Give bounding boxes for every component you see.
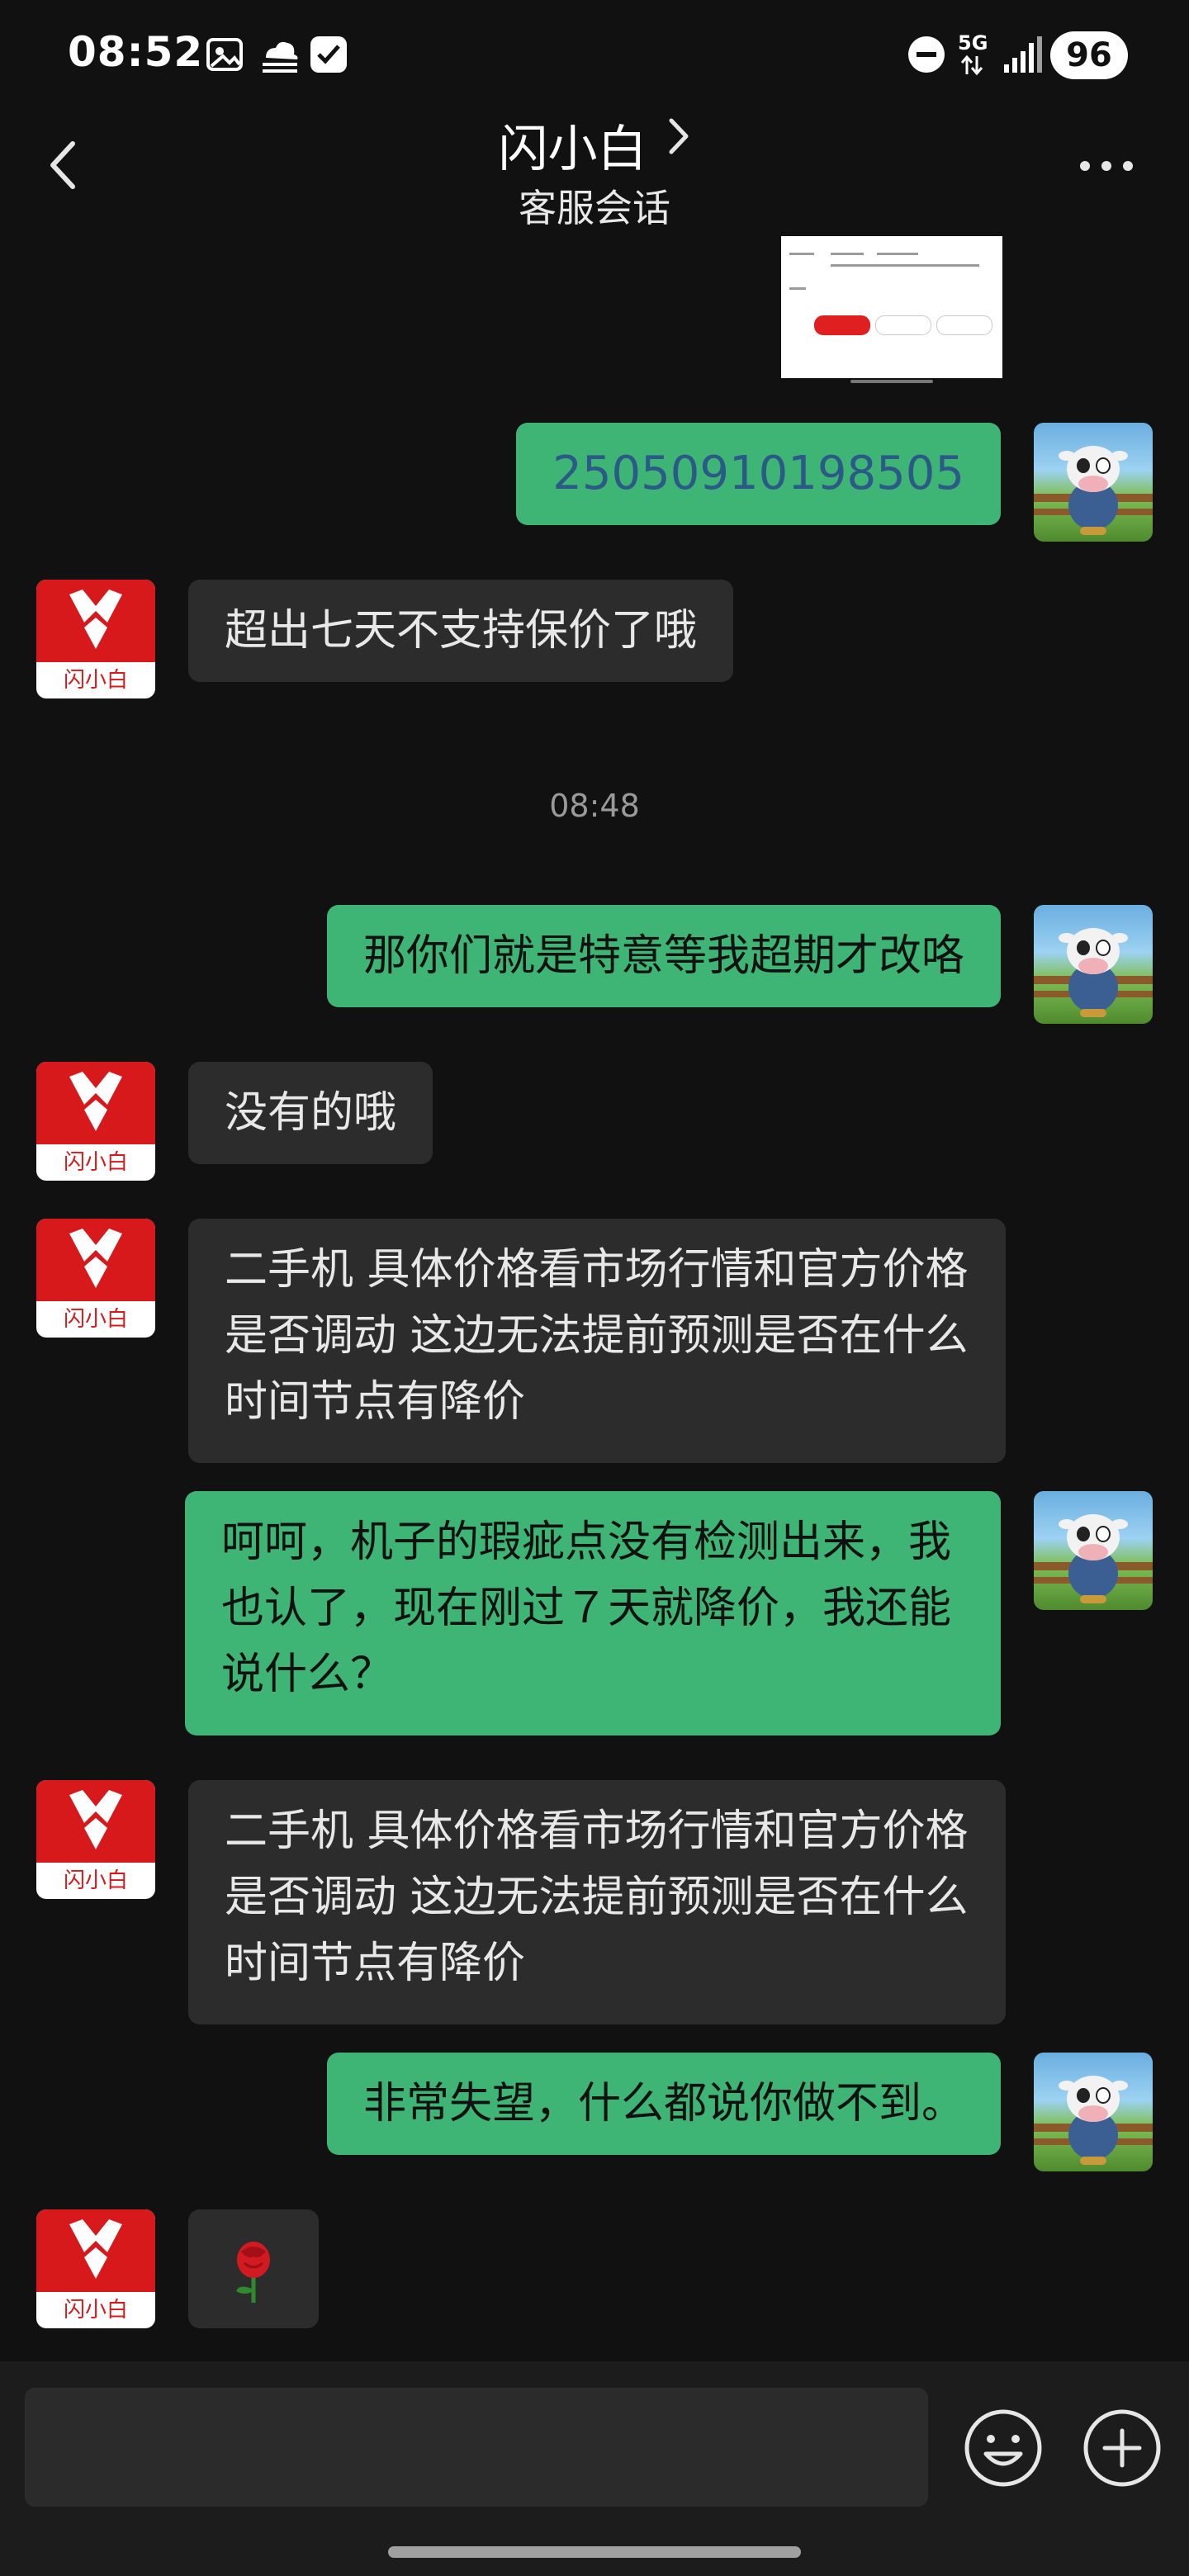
emoji-button[interactable]	[963, 2408, 1044, 2488]
signal-icon	[1002, 33, 1042, 76]
sent-message-bubble[interactable]: 那你们就是特意等我超期才改咯	[326, 905, 1001, 1007]
brand-logo-icon	[69, 590, 122, 649]
brand-logo-icon	[69, 1072, 122, 1131]
message-input[interactable]	[25, 2388, 928, 2507]
user-avatar[interactable]	[1034, 2053, 1153, 2171]
received-message-bubble[interactable]: 二手机 具体价格看市场行情和官方价格是否调动 这边无法提前预测是否在什么时间节点…	[188, 1219, 1006, 1463]
network-type-label: 5G	[958, 31, 988, 54]
weather-icon	[256, 33, 302, 76]
sent-message-bubble[interactable]: 呵呵，机子的瑕疵点没有检测出来，我也认了，现在刚过７天就降价，我还能说什么？	[185, 1491, 1001, 1735]
user-avatar[interactable]	[1034, 423, 1153, 542]
status-bar: 08:52 5G 96	[0, 0, 1189, 107]
bot-avatar[interactable]: 闪小白	[36, 1780, 155, 1899]
user-avatar[interactable]	[1034, 905, 1153, 1024]
more-dots-icon	[1080, 161, 1133, 171]
sent-message-bubble[interactable]: 25050910198505	[516, 423, 1001, 525]
message-input-bar	[0, 2361, 1189, 2576]
image-divider	[850, 380, 933, 383]
more-button[interactable]	[1073, 145, 1139, 187]
brand-logo-icon	[69, 1229, 122, 1288]
bot-avatar[interactable]: 闪小白	[36, 580, 155, 698]
bot-avatar-label: 闪小白	[63, 1150, 128, 1175]
received-rose-bubble[interactable]: 🌹	[188, 2209, 319, 2328]
notification-app-icon	[307, 33, 350, 76]
chevron-right-icon	[666, 116, 691, 160]
page-subtitle: 客服会话	[519, 186, 670, 230]
received-message-bubble[interactable]: 超出七天不支持保价了哦	[188, 580, 734, 682]
brand-logo-icon	[69, 2219, 122, 2279]
bot-avatar-label: 闪小白	[63, 2298, 128, 2323]
bot-avatar-label: 闪小白	[63, 1307, 128, 1332]
bot-avatar-label: 闪小白	[63, 1868, 128, 1893]
bot-avatar[interactable]: 闪小白	[36, 1062, 155, 1181]
bot-avatar[interactable]: 闪小白	[36, 2209, 155, 2328]
bot-avatar[interactable]: 闪小白	[36, 1219, 155, 1338]
chat-message-list[interactable]: 25050910198505 闪小白 超出七天不支持保价了哦 08:48 那你们…	[0, 231, 1189, 2361]
data-transfer-icon	[959, 54, 984, 97]
status-time: 08:52	[68, 28, 204, 76]
do-not-disturb-icon	[905, 33, 948, 76]
plus-icon	[1083, 2409, 1161, 2487]
brand-logo-icon	[69, 1790, 122, 1849]
add-button[interactable]	[1082, 2408, 1163, 2488]
home-indicator[interactable]	[388, 2546, 801, 2558]
chat-header: 闪小白 客服会话	[0, 107, 1189, 231]
page-title[interactable]: 闪小白	[498, 109, 647, 181]
sent-message-bubble[interactable]: 非常失望，什么都说你做不到。	[326, 2053, 1001, 2155]
received-message-bubble[interactable]: 没有的哦	[188, 1062, 433, 1164]
battery-level: 96	[1050, 31, 1128, 79]
bot-avatar-label: 闪小白	[63, 668, 128, 693]
received-message-bubble[interactable]: 二手机 具体价格看市场行情和官方价格是否调动 这边无法提前预测是否在什么时间节点…	[188, 1780, 1006, 2024]
message-timestamp: 08:48	[549, 788, 640, 824]
user-avatar[interactable]	[1034, 1491, 1153, 1610]
screenshot-icon	[203, 33, 246, 76]
header-title-area[interactable]: 闪小白	[0, 107, 1189, 181]
emoji-icon	[964, 2409, 1042, 2487]
rose-icon	[236, 2242, 270, 2303]
shared-screenshot-image[interactable]	[781, 236, 1002, 378]
